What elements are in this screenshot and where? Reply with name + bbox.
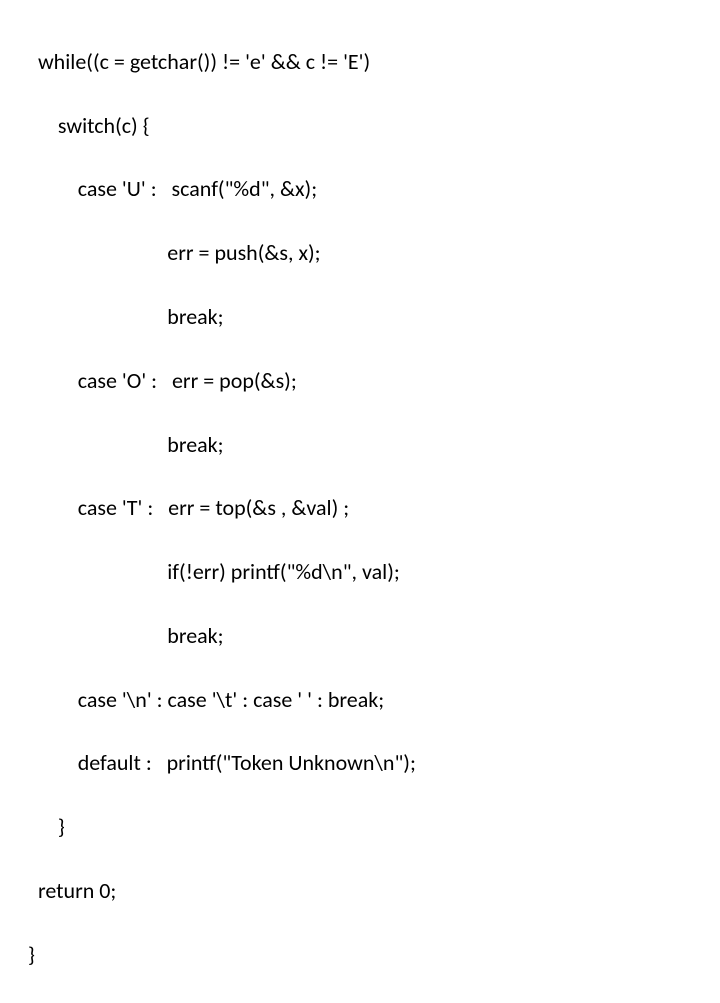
code-line: case 'U' : scanf("%d", &x); [28, 173, 720, 205]
code-line: switch(c) { [28, 110, 720, 142]
code-line: case 'O' : err = pop(&s); [28, 365, 720, 397]
code-block: while((c = getchar()) != 'e' && c != 'E'… [0, 0, 720, 1003]
code-line: break; [28, 620, 720, 652]
code-line: case '\n' : case '\t' : case ' ' : break… [28, 684, 720, 716]
code-line: while((c = getchar()) != 'e' && c != 'E'… [28, 46, 720, 78]
code-line: return 0; [28, 875, 720, 907]
code-line: break; [28, 301, 720, 333]
code-line: err = push(&s, x); [28, 237, 720, 269]
code-line: break; [28, 429, 720, 461]
code-line: default : printf("Token Unknown\n"); [28, 747, 720, 779]
code-line: case 'T' : err = top(&s , &val) ; [28, 492, 720, 524]
code-line: } [28, 811, 720, 843]
code-line: if(!err) printf("%d\n", val); [28, 556, 720, 588]
code-line: } [28, 939, 720, 971]
